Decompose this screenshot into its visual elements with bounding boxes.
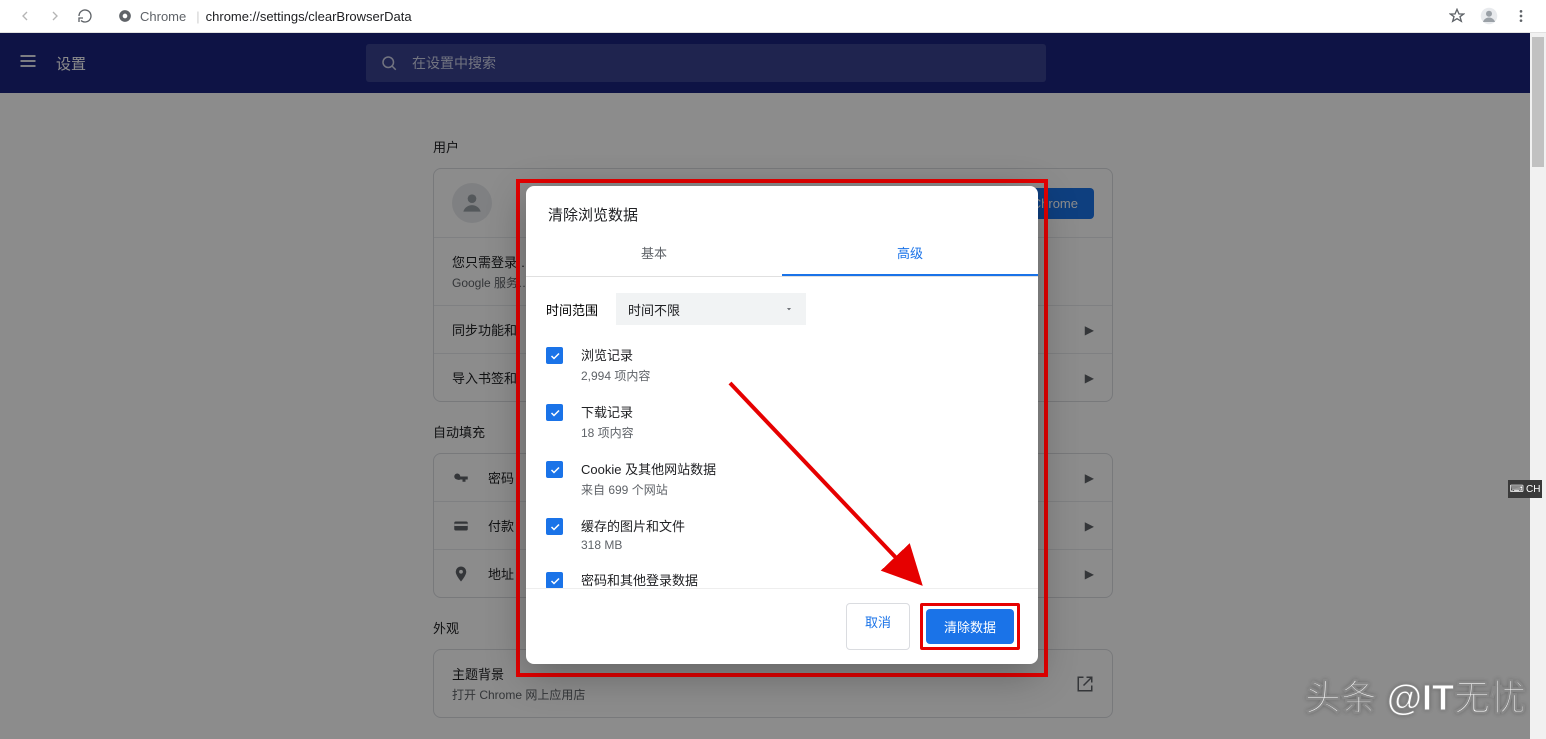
checkbox-checked-icon[interactable] — [546, 572, 563, 588]
profile-icon[interactable] — [1480, 7, 1498, 25]
option-passwords[interactable]: 密码和其他登录数据3 个密码 — [546, 570, 1018, 588]
ime-indicator: ⌨CH — [1508, 480, 1542, 498]
option-cache[interactable]: 缓存的图片和文件318 MB — [546, 516, 1018, 552]
annotation-highlight: 清除数据 — [920, 603, 1020, 650]
checkbox-checked-icon[interactable] — [546, 518, 563, 535]
back-icon[interactable] — [16, 7, 34, 25]
browser-toolbar: Chrome | chrome://settings/clearBrowserD… — [0, 0, 1546, 33]
dialog-body[interactable]: 时间范围 时间不限 浏览记录2,994 项内容 下载记录18 项内容 Cooki… — [526, 277, 1038, 588]
time-range-select[interactable]: 时间不限 — [616, 293, 806, 325]
url-text: chrome://settings/clearBrowserData — [206, 9, 412, 24]
time-range-label: 时间范围 — [546, 300, 598, 319]
address-bar[interactable]: Chrome | chrome://settings/clearBrowserD… — [112, 4, 1430, 28]
tab-basic[interactable]: 基本 — [526, 231, 782, 276]
option-cookies[interactable]: Cookie 及其他网站数据来自 699 个网站 — [546, 459, 1018, 498]
option-history[interactable]: 浏览记录2,994 项内容 — [546, 345, 1018, 384]
menu-icon[interactable] — [1512, 7, 1530, 25]
chrome-icon — [118, 9, 132, 23]
dialog-footer: 取消 清除数据 — [526, 588, 1038, 664]
reload-icon[interactable] — [76, 7, 94, 25]
dropdown-icon — [784, 304, 794, 314]
cancel-button[interactable]: 取消 — [846, 603, 910, 650]
checkbox-checked-icon[interactable] — [546, 347, 563, 364]
watermark: 头条 @IT无忧 — [1305, 669, 1526, 721]
dialog-tabs: 基本 高级 — [526, 231, 1038, 277]
checkbox-checked-icon[interactable] — [546, 461, 563, 478]
forward-icon[interactable] — [46, 7, 64, 25]
dialog-title: 清除浏览数据 — [526, 186, 1038, 231]
page-scrollbar[interactable] — [1530, 33, 1546, 739]
origin-label: Chrome — [140, 9, 186, 24]
star-icon[interactable] — [1448, 7, 1466, 25]
clear-data-dialog: 清除浏览数据 基本 高级 时间范围 时间不限 浏览记录2,994 项内容 下载记… — [526, 186, 1038, 664]
checkbox-checked-icon[interactable] — [546, 404, 563, 421]
clear-data-button[interactable]: 清除数据 — [926, 609, 1014, 644]
tab-advanced[interactable]: 高级 — [782, 231, 1038, 276]
option-downloads[interactable]: 下载记录18 项内容 — [546, 402, 1018, 441]
